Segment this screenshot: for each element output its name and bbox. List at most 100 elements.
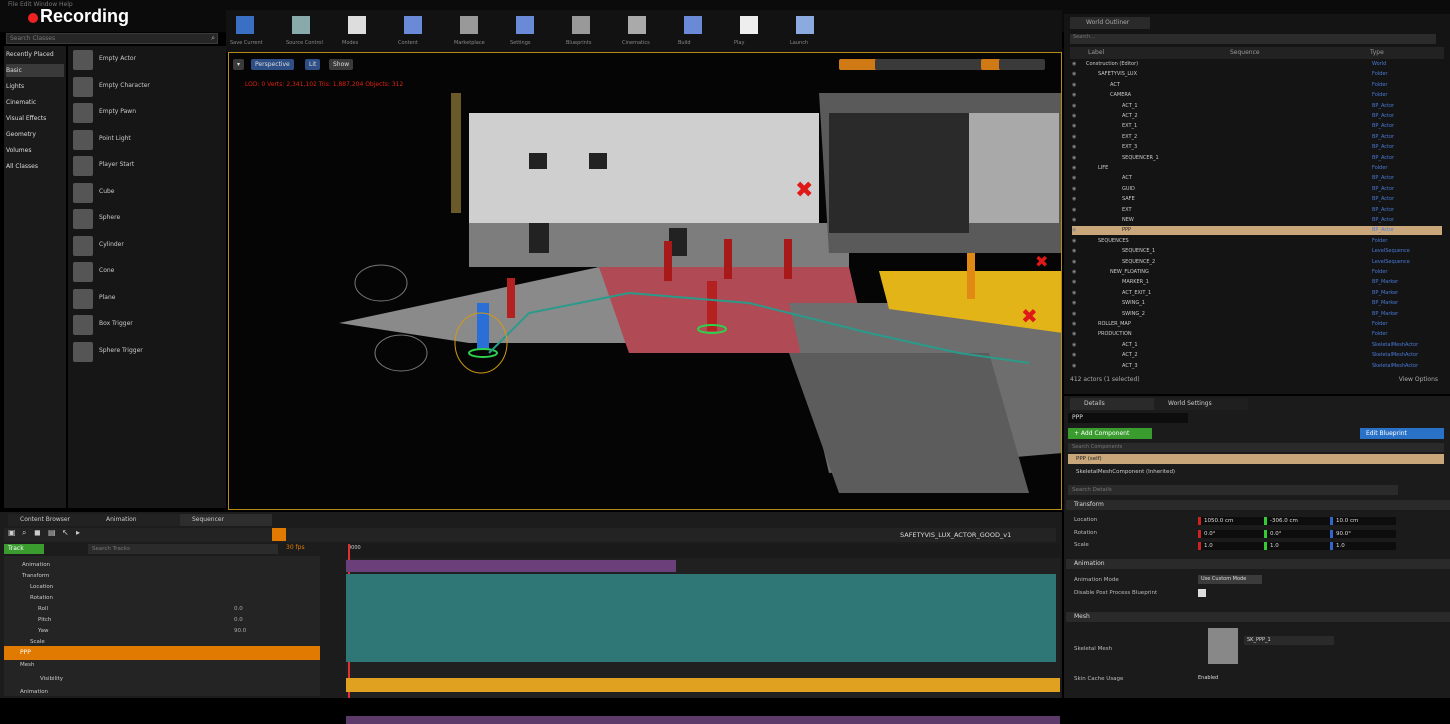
outliner-search-input[interactable]: Search...	[1070, 34, 1436, 44]
outliner-row[interactable]: ◉ SEQUENCES Folder	[1072, 237, 1442, 245]
search-icon[interactable]: ⌕	[22, 528, 26, 538]
place-item[interactable]: Sphere Trigger	[71, 340, 221, 364]
toolbar-button[interactable]: Source Control	[286, 14, 323, 52]
playback-icon[interactable]: ▸	[76, 528, 80, 537]
eye-icon[interactable]: ◉	[1072, 278, 1076, 286]
toolbar-button[interactable]: Build	[678, 14, 708, 52]
sequencer-track[interactable]: Location	[4, 582, 320, 592]
rotation-x[interactable]: 0.0°	[1198, 530, 1264, 538]
outliner-row[interactable]: ◉ PRODUCTION Folder	[1072, 330, 1442, 338]
component-search-input[interactable]: Search Components	[1068, 443, 1444, 452]
eye-icon[interactable]: ◉	[1072, 258, 1076, 266]
eye-icon[interactable]: ◉	[1072, 299, 1076, 307]
place-item[interactable]: Empty Actor	[71, 48, 221, 72]
selected-actor-track[interactable]: PPP	[4, 646, 320, 660]
eye-icon[interactable]: ◉	[1072, 268, 1076, 276]
outliner-row[interactable]: ◉ SAFETYVIS_LUX Folder	[1072, 70, 1442, 78]
col-label[interactable]: Label	[1088, 49, 1104, 56]
camera-icon[interactable]: ◼	[34, 528, 41, 537]
place-item[interactable]: Empty Pawn	[71, 101, 221, 125]
outliner-row[interactable]: ◉ SEQUENCER_1 BP_Actor	[1072, 154, 1442, 162]
toolbar-button[interactable]: Cinematics	[622, 14, 652, 52]
toolbar-button[interactable]: Blueprints	[566, 14, 596, 52]
category-all-classes[interactable]: All Classes	[6, 160, 64, 173]
toolbar-button[interactable]: Modes	[342, 14, 372, 52]
outliner-row[interactable]: ◉ ACT BP_Actor	[1072, 174, 1442, 182]
eye-icon[interactable]: ◉	[1072, 320, 1076, 328]
rotation-z[interactable]: 90.0°	[1330, 530, 1396, 538]
sequencer-track[interactable]: Rotation	[4, 593, 320, 603]
eye-icon[interactable]: ◉	[1072, 362, 1076, 370]
track-mesh[interactable]: Mesh	[20, 662, 34, 668]
eye-icon[interactable]: ◉	[1072, 289, 1076, 297]
category-visual-effects[interactable]: Visual Effects	[6, 112, 64, 125]
component-root-row[interactable]: SkeletalMeshComponent (Inherited)	[1068, 467, 1444, 477]
view-options-button[interactable]: View Options	[1399, 376, 1438, 383]
toolbar-button[interactable]: Save Current	[230, 14, 263, 52]
location-y[interactable]: -306.0 cm	[1264, 517, 1330, 525]
track-search-input[interactable]: Search Tracks	[88, 544, 278, 554]
time-ruler[interactable]: 0000	[346, 544, 1060, 558]
outliner-row[interactable]: ◉ EXT_3 BP_Actor	[1072, 143, 1442, 151]
track-value[interactable]: 90.0	[234, 626, 246, 636]
outliner-row[interactable]: ◉ SAFE BP_Actor	[1072, 195, 1442, 203]
outliner-row[interactable]: ◉ ACT Folder	[1072, 81, 1442, 89]
add-component-button[interactable]: + Add Component	[1068, 428, 1152, 439]
category-basic[interactable]: Basic	[6, 64, 64, 77]
rotation-y[interactable]: 0.0°	[1264, 530, 1330, 538]
col-sequence[interactable]: Sequence	[1230, 49, 1260, 56]
outliner-row[interactable]: ◉ CAMERA Folder	[1072, 91, 1442, 99]
toolbar-button[interactable]: Marketplace	[454, 14, 485, 52]
sequencer-track[interactable]: Yaw 90.0	[4, 626, 320, 636]
outliner-row[interactable]: ◉ SEQUENCE_1 LevelSequence	[1072, 247, 1442, 255]
tab-details[interactable]: Details	[1070, 398, 1164, 410]
outliner-row[interactable]: ◉ PPP BP_Actor	[1072, 226, 1442, 235]
toolbar-button[interactable]: Play	[734, 14, 764, 52]
eye-icon[interactable]: ◉	[1072, 112, 1076, 120]
tab-animation[interactable]: Animation	[94, 514, 186, 526]
outliner-row[interactable]: ◉ EXT_2 BP_Actor	[1072, 133, 1442, 141]
save-icon[interactable]: ▣	[8, 528, 16, 537]
eye-icon[interactable]: ◉	[1072, 174, 1076, 182]
anim-mode-dropdown[interactable]: Use Custom Mode	[1198, 575, 1262, 584]
transform-section[interactable]: Transform	[1066, 500, 1450, 510]
render-icon[interactable]: ▤	[48, 528, 56, 537]
eye-icon[interactable]: ◉	[1072, 226, 1076, 234]
location-x[interactable]: 1050.0 cm	[1198, 517, 1264, 525]
fps-label[interactable]: 30 fps	[286, 544, 305, 551]
eye-icon[interactable]: ◉	[1072, 102, 1076, 110]
outliner-row[interactable]: ◉ ROLLER_MAP Folder	[1072, 320, 1442, 328]
eye-icon[interactable]: ◉	[1072, 351, 1076, 359]
outliner-tab[interactable]: World Outliner	[1070, 17, 1150, 29]
anim-update-checkbox[interactable]	[1198, 589, 1206, 597]
outliner-row[interactable]: ◉ ACT_3 SkeletalMeshActor	[1072, 362, 1442, 370]
sequencer-track[interactable]: Pitch 0.0	[4, 615, 320, 625]
anim-track-bar[interactable]	[346, 716, 1060, 724]
eye-icon[interactable]: ◉	[1072, 247, 1076, 255]
tab-content-browser[interactable]: Content Browser	[8, 514, 100, 526]
outliner-row[interactable]: ◉ NEW_FLOATING Folder	[1072, 268, 1442, 276]
outliner-row[interactable]: ◉ GUID BP_Actor	[1072, 185, 1442, 193]
outliner-row[interactable]: ◉ LIFE Folder	[1072, 164, 1442, 172]
category-lights[interactable]: Lights	[6, 80, 64, 93]
place-item[interactable]: Cone	[71, 260, 221, 284]
animation-section[interactable]: Animation	[1066, 559, 1450, 569]
transform-section-bar[interactable]	[346, 574, 1056, 662]
edit-blueprint-button[interactable]: Edit Blueprint	[1360, 428, 1444, 439]
outliner-row[interactable]: ◉ EXT BP_Actor	[1072, 206, 1442, 214]
place-item[interactable]: Cylinder	[71, 234, 221, 258]
mesh-thumbnail[interactable]	[1208, 628, 1238, 664]
eye-icon[interactable]: ◉	[1072, 91, 1076, 99]
place-item[interactable]: Plane	[71, 287, 221, 311]
outliner-row[interactable]: ◉ EXT_1 BP_Actor	[1072, 122, 1442, 130]
place-item[interactable]: Sphere	[71, 207, 221, 231]
eye-icon[interactable]: ◉	[1072, 122, 1076, 130]
eye-icon[interactable]: ◉	[1072, 70, 1076, 78]
category-recently-placed[interactable]: Recently Placed	[6, 48, 64, 61]
eye-icon[interactable]: ◉	[1072, 164, 1076, 172]
outliner-row[interactable]: ◉ ACT_1 SkeletalMeshActor	[1072, 341, 1442, 349]
track-animation-sub[interactable]: Animation	[20, 689, 48, 695]
eye-icon[interactable]: ◉	[1072, 216, 1076, 224]
sequencer-track[interactable]: Animation	[4, 560, 320, 570]
actor-name-field[interactable]: PPP	[1068, 413, 1188, 423]
